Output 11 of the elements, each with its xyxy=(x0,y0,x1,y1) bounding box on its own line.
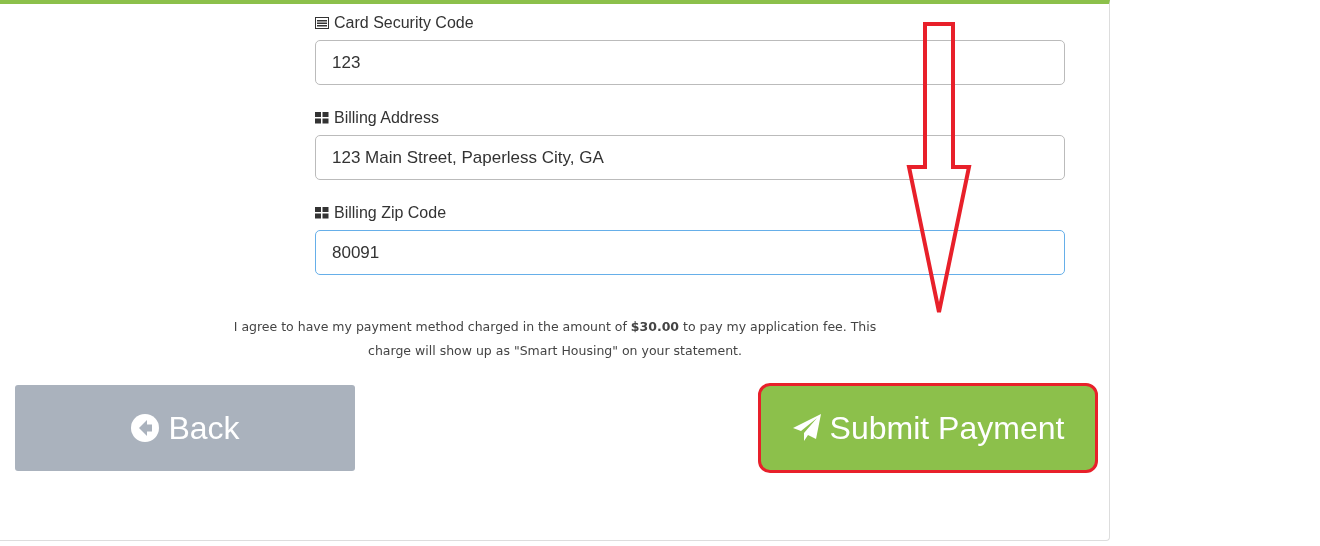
field-label: Billing Address xyxy=(334,109,439,127)
agreement-text: I agree to have my payment method charged in the amount of $30.00 to pay my application fee. This charge will show up as "Smart Housing" on your statement. xyxy=(232,318,878,360)
field-label: Billing Zip Code xyxy=(334,204,447,222)
grid-icon xyxy=(315,207,329,219)
paper-plane-icon xyxy=(791,413,822,443)
input-field[interactable]: 80091 xyxy=(315,230,1065,275)
field-label: Card Security Code xyxy=(334,14,474,32)
input-field[interactable]: 123 xyxy=(315,40,1065,85)
list-icon xyxy=(315,17,329,29)
grid-icon xyxy=(315,112,329,124)
input-field[interactable]: 123 Main Street, Paperless City, GA xyxy=(315,135,1065,180)
